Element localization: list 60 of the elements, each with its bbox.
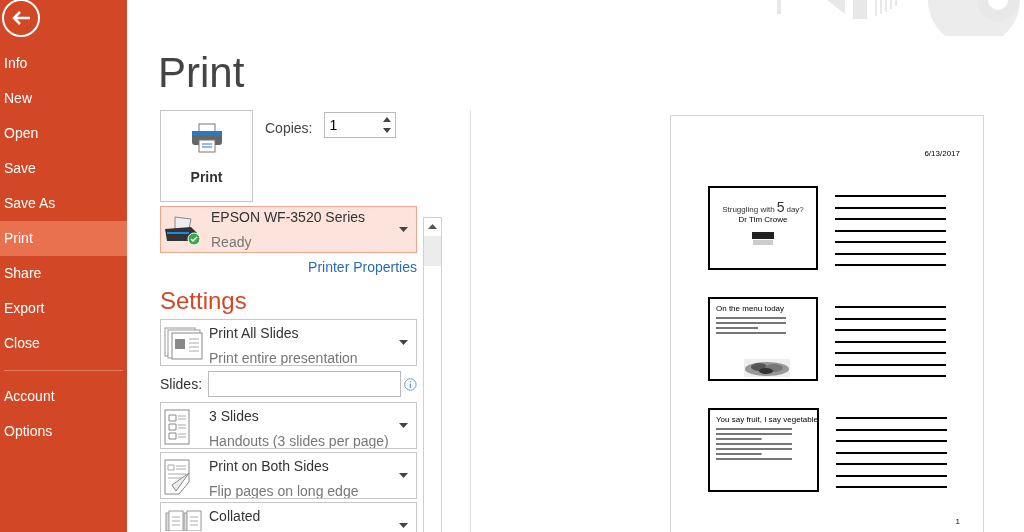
option-title: 3 Slides xyxy=(209,407,260,426)
printer-name: EPSON WF-3520 Series xyxy=(211,207,367,227)
slides-input[interactable] xyxy=(208,371,402,397)
nav-item[interactable]: Open xyxy=(0,116,127,151)
option-subtitle: Print entire presentation xyxy=(209,349,359,365)
option-subtitle: Flip pages on long edge xyxy=(209,482,360,498)
copies-label: Copies: xyxy=(265,119,313,138)
nav-item[interactable]: Close xyxy=(0,326,127,361)
nav-item[interactable]: Share xyxy=(0,256,127,291)
slide-title: On the menu today xyxy=(716,305,786,313)
caret-icon xyxy=(399,423,408,428)
scroll-up-icon xyxy=(428,224,437,229)
scrollbar[interactable] xyxy=(423,217,442,532)
nav-item[interactable]: Save xyxy=(0,151,127,186)
page-number: 1 xyxy=(955,516,960,528)
page-title: Print xyxy=(158,52,246,94)
scrollbar-thumb[interactable] xyxy=(424,236,441,266)
printer-dropdown[interactable]: EPSON WF-3520 Series Ready xyxy=(160,206,417,253)
option-title: Print All Slides xyxy=(209,324,300,343)
nav-item[interactable]: Save As xyxy=(0,186,127,221)
slides-label: Slides: xyxy=(160,374,204,394)
settings-heading: Settings xyxy=(160,289,248,313)
slide-title: day? xyxy=(786,206,804,214)
header-date: 6/13/2017 xyxy=(924,148,960,160)
nav-item[interactable]: Export xyxy=(0,291,127,326)
settings-dropdown[interactable]: 3 Slides Handouts (3 slides per page) xyxy=(160,402,417,449)
option-subtitle: Handouts (3 slides per page) xyxy=(209,432,390,448)
printer-icon xyxy=(190,123,223,153)
caret-icon xyxy=(399,227,408,232)
printer-properties-link[interactable]: Printer Properties xyxy=(308,257,417,278)
nav-item[interactable]: Options xyxy=(0,414,127,449)
info-icon xyxy=(404,377,417,391)
page-fold-icon xyxy=(164,459,190,495)
slide-title: You say fruit, I say vegetable xyxy=(716,416,818,424)
handout-page-icon xyxy=(164,409,190,445)
settings-dropdown[interactable]: Print on Both Sides Flip pages on long edge xyxy=(160,452,417,499)
caret-icon xyxy=(399,340,408,345)
slide-number: 5 xyxy=(776,200,785,214)
caret-icon xyxy=(399,473,408,478)
settings-dropdown[interactable]: Print All Slides Print entire presentation xyxy=(160,319,417,366)
back-button[interactable] xyxy=(2,0,40,37)
collated-pages-icon xyxy=(164,509,204,531)
caret-icon xyxy=(399,523,408,528)
copies-spinner[interactable]: 1 xyxy=(324,112,397,138)
nav-item[interactable]: Account xyxy=(0,379,127,414)
print-button[interactable]: Print xyxy=(160,110,253,202)
printer-ready-icon xyxy=(163,214,201,245)
option-title: Print on Both Sides xyxy=(209,457,330,476)
text-lines-drawing xyxy=(716,316,786,336)
option-title: Collated xyxy=(209,507,262,526)
back-arrow-icon xyxy=(11,10,31,26)
nav-item[interactable]: Info xyxy=(0,46,127,81)
nav-item[interactable]: New xyxy=(0,81,127,116)
slide-title: Struggling with xyxy=(722,206,775,214)
spin-arrows-icon xyxy=(383,116,392,134)
slide-subtitle: Dr Tim Crowe xyxy=(738,216,788,224)
settings-dropdown[interactable]: Collated xyxy=(160,502,417,532)
slides-icon xyxy=(164,326,204,360)
printer-status: Ready xyxy=(211,232,253,252)
nav-item[interactable]: Print xyxy=(0,221,127,256)
